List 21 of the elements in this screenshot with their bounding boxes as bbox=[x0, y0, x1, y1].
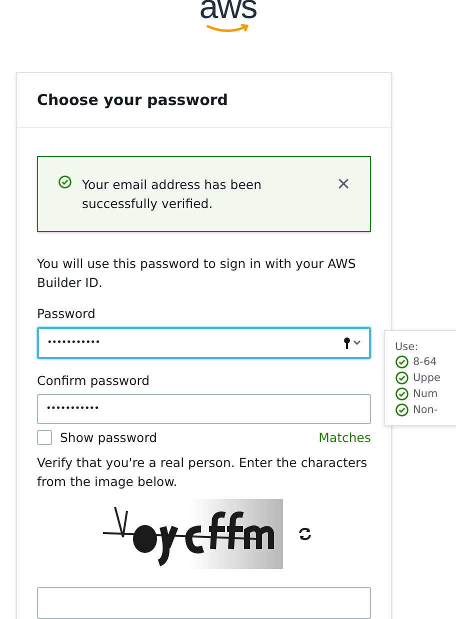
alert-message: Your email address has been successfully verified. bbox=[82, 176, 262, 213]
checkbox[interactable] bbox=[37, 430, 52, 445]
password-field[interactable]: ••••••••••• bbox=[37, 394, 371, 424]
tooltip-title: Use: bbox=[395, 341, 420, 353]
close-button[interactable]: × bbox=[333, 175, 354, 193]
key-dropdown-icon[interactable] bbox=[343, 337, 363, 349]
requirement-text: Non- bbox=[413, 404, 438, 416]
password-field[interactable]: ••••••••••• bbox=[37, 327, 371, 359]
captcha-prompt: Verify that you're a real person. Enter the characters from the image below. bbox=[37, 454, 368, 491]
card-title: Choose your password bbox=[17, 73, 391, 128]
requirement-text: Num bbox=[413, 388, 438, 400]
intro-text: You will use this password to sign in with your AWS Builder ID. bbox=[37, 255, 357, 292]
checkbox-label: Show password bbox=[60, 430, 158, 445]
requirement-text: 8-64 bbox=[413, 356, 437, 368]
field-label: Confirm password bbox=[37, 373, 151, 388]
captcha-input-field[interactable] bbox=[37, 587, 371, 619]
smile-arrow-icon bbox=[205, 24, 251, 34]
refresh-icon[interactable] bbox=[297, 526, 313, 542]
field-label: Password bbox=[37, 306, 96, 321]
requirement-text: Uppe bbox=[413, 372, 440, 384]
match-status: Matches bbox=[318, 430, 371, 445]
